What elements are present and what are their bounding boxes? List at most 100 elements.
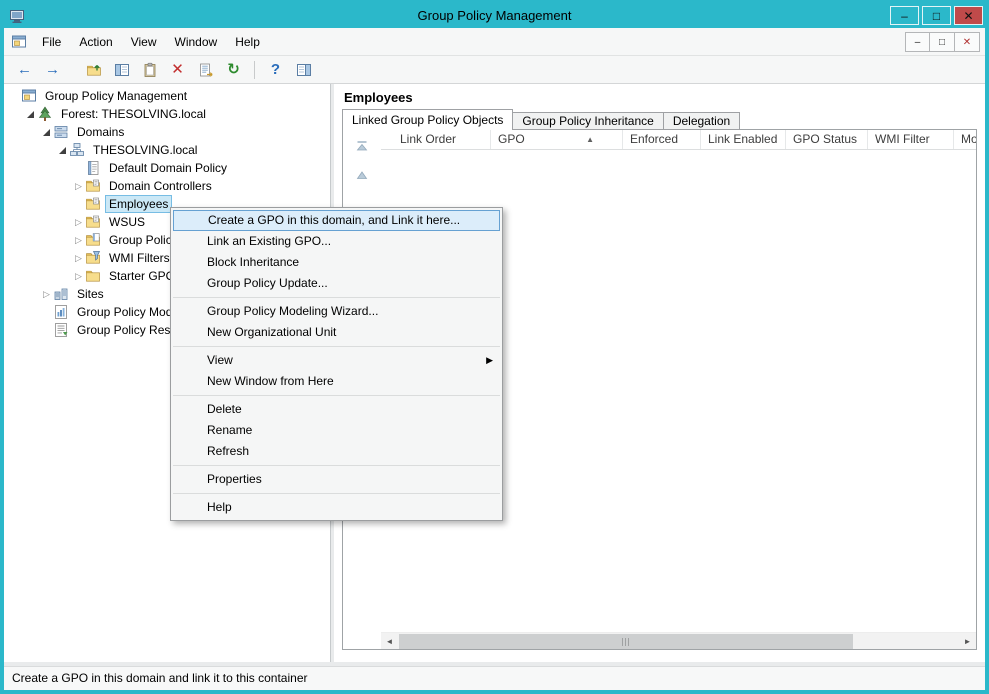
menu-view[interactable]: View	[122, 28, 166, 55]
sort-ascending-icon: ▲	[586, 135, 594, 144]
up-one-level-button[interactable]	[81, 58, 106, 81]
maximize-icon: □	[932, 8, 941, 23]
context-menu-item-help[interactable]: Help	[171, 497, 502, 518]
context-menu-separator	[173, 297, 500, 298]
context-menu-item-group-policy-modeling-wizard[interactable]: Group Policy Modeling Wizard...	[171, 301, 502, 322]
move-to-top-button[interactable]	[350, 135, 374, 159]
context-menu-item-link-an-existing-gpo[interactable]: Link an Existing GPO...	[171, 231, 502, 252]
tree-item-thesolving-local[interactable]: THESOLVING.local	[4, 141, 330, 159]
expander-collapsed-icon[interactable]: ▷	[72, 271, 85, 282]
toolbar: ← → ✕ ↻?	[4, 56, 985, 84]
refresh-button[interactable]: ↻	[221, 58, 246, 81]
column-header-link-enabled[interactable]: Link Enabled	[701, 130, 786, 149]
context-menu-item-block-inheritance[interactable]: Block Inheritance	[171, 252, 502, 273]
menu-items: File Action View Window Help	[33, 28, 269, 55]
expander-collapsed-icon[interactable]: ▷	[72, 181, 85, 192]
folder-gpo-icon	[85, 232, 101, 248]
minimize-button[interactable]: –	[890, 6, 919, 25]
menu-action[interactable]: Action	[70, 28, 121, 55]
expander-collapsed-icon[interactable]: ▷	[72, 217, 85, 228]
console-tree-icon	[114, 62, 130, 78]
scroll-right-button[interactable]: ►	[959, 633, 976, 650]
context-menu-item-refresh[interactable]: Refresh	[171, 441, 502, 462]
gpo-icon	[85, 160, 101, 176]
context-menu-item-group-policy-update[interactable]: Group Policy Update...	[171, 273, 502, 294]
mdi-close-button[interactable]: ✕	[955, 32, 980, 52]
tab-delegation[interactable]: Delegation	[663, 112, 741, 130]
tab-strip: Linked Group Policy Objects Group Policy …	[342, 109, 741, 130]
show-action-pane-button[interactable]	[291, 58, 316, 81]
context-menu-item-label: Rename	[207, 423, 253, 437]
context-menu-item-create-a-gpo-in-this-domain-and-link-it-here[interactable]: Create a GPO in this domain, and Link it…	[173, 210, 500, 231]
tab-linked-group-policy-objects[interactable]: Linked Group Policy Objects	[342, 109, 514, 130]
expander-expanded-icon[interactable]	[24, 110, 37, 118]
up-one-level-icon	[86, 62, 102, 78]
expander-expanded-icon[interactable]	[56, 146, 69, 154]
minimize-icon: –	[901, 8, 908, 23]
column-label: GPO	[498, 132, 525, 146]
scroll-left-button[interactable]: ◄	[381, 633, 398, 650]
action-pane-icon	[296, 62, 312, 78]
mdi-restore-icon: □	[938, 36, 946, 48]
scrollbar-track[interactable]	[398, 633, 959, 650]
export-list-button[interactable]	[193, 58, 218, 81]
context-menu-item-new-organizational-unit[interactable]: New Organizational Unit	[171, 322, 502, 343]
context-menu-item-view[interactable]: View ▶	[171, 350, 502, 371]
tree-item-default-domain-policy[interactable]: Default Domain Policy	[4, 159, 330, 177]
context-menu-item-label: New Organizational Unit	[207, 325, 337, 339]
column-header-enforced[interactable]: Enforced	[623, 130, 701, 149]
context-menu-item-label: Group Policy Update...	[207, 276, 328, 290]
column-header-gpo-status[interactable]: GPO Status	[786, 130, 868, 149]
mdi-restore-button[interactable]: □	[930, 32, 955, 52]
tree-item-group-policy-management[interactable]: Group Policy Management	[4, 87, 330, 105]
context-menu-item-properties[interactable]: Properties	[171, 469, 502, 490]
context-menu-separator	[173, 395, 500, 396]
help-button[interactable]: ?	[263, 58, 288, 81]
tree-item-domain-controllers[interactable]: ▷ Domain Controllers	[4, 177, 330, 195]
menu-help[interactable]: Help	[226, 28, 269, 55]
horizontal-scrollbar[interactable]: ◄ ►	[381, 632, 976, 649]
expander-expanded-icon[interactable]	[40, 128, 53, 136]
menu-file[interactable]: File	[33, 28, 70, 55]
paste-button[interactable]	[137, 58, 162, 81]
status-bar: Create a GPO in this domain and link it …	[4, 666, 985, 690]
column-header-wmi-filter[interactable]: WMI Filter	[868, 130, 954, 149]
close-icon: ✕	[963, 8, 974, 23]
context-menu-item-rename[interactable]: Rename	[171, 420, 502, 441]
context-menu-item-delete[interactable]: Delete	[171, 399, 502, 420]
expander-collapsed-icon[interactable]: ▷	[72, 235, 85, 246]
ou-icon	[85, 196, 101, 212]
column-header-link-order[interactable]: Link Order	[381, 130, 491, 149]
context-menu-item-label: Refresh	[207, 444, 250, 458]
scrollbar-thumb[interactable]	[399, 633, 854, 649]
move-up-button[interactable]	[350, 164, 374, 188]
context-menu: Create a GPO in this domain, and Link it…	[170, 207, 503, 521]
tree-item-forest-thesolving-local[interactable]: Forest: THESOLVING.local	[4, 105, 330, 123]
column-label: WMI Filter	[875, 132, 930, 146]
column-header-gpo[interactable]: ▲ GPO	[491, 130, 623, 149]
column-label: Mo	[961, 132, 976, 146]
context-menu-item-label: Delete	[207, 402, 242, 416]
domains-icon	[53, 124, 69, 140]
back-button[interactable]: ←	[12, 58, 37, 81]
toolbar-separator	[254, 60, 255, 79]
context-menu-separator	[173, 346, 500, 347]
tab-group-policy-inheritance[interactable]: Group Policy Inheritance	[513, 112, 664, 130]
mdi-minimize-button[interactable]: –	[905, 32, 930, 52]
menu-window[interactable]: Window	[166, 28, 227, 55]
context-menu-item-new-window-from-here[interactable]: New Window from Here	[171, 371, 502, 392]
titlebar[interactable]: Group Policy Management – □ ✕	[4, 4, 985, 28]
tree-item-label: WMI Filters	[109, 251, 170, 265]
folder-icon	[85, 268, 101, 284]
column-header-mo[interactable]: Mo	[954, 130, 976, 149]
expander-collapsed-icon[interactable]: ▷	[72, 253, 85, 264]
close-button[interactable]: ✕	[954, 6, 983, 25]
expander-collapsed-icon[interactable]: ▷	[40, 289, 53, 300]
show-console-tree-button[interactable]	[109, 58, 134, 81]
maximize-button[interactable]: □	[922, 6, 951, 25]
clipboard-icon	[142, 62, 158, 78]
delete-button[interactable]: ✕	[165, 58, 190, 81]
tree-item-domains[interactable]: Domains	[4, 123, 330, 141]
forward-button[interactable]: →	[40, 58, 65, 81]
context-menu-item-label: Help	[207, 500, 232, 514]
